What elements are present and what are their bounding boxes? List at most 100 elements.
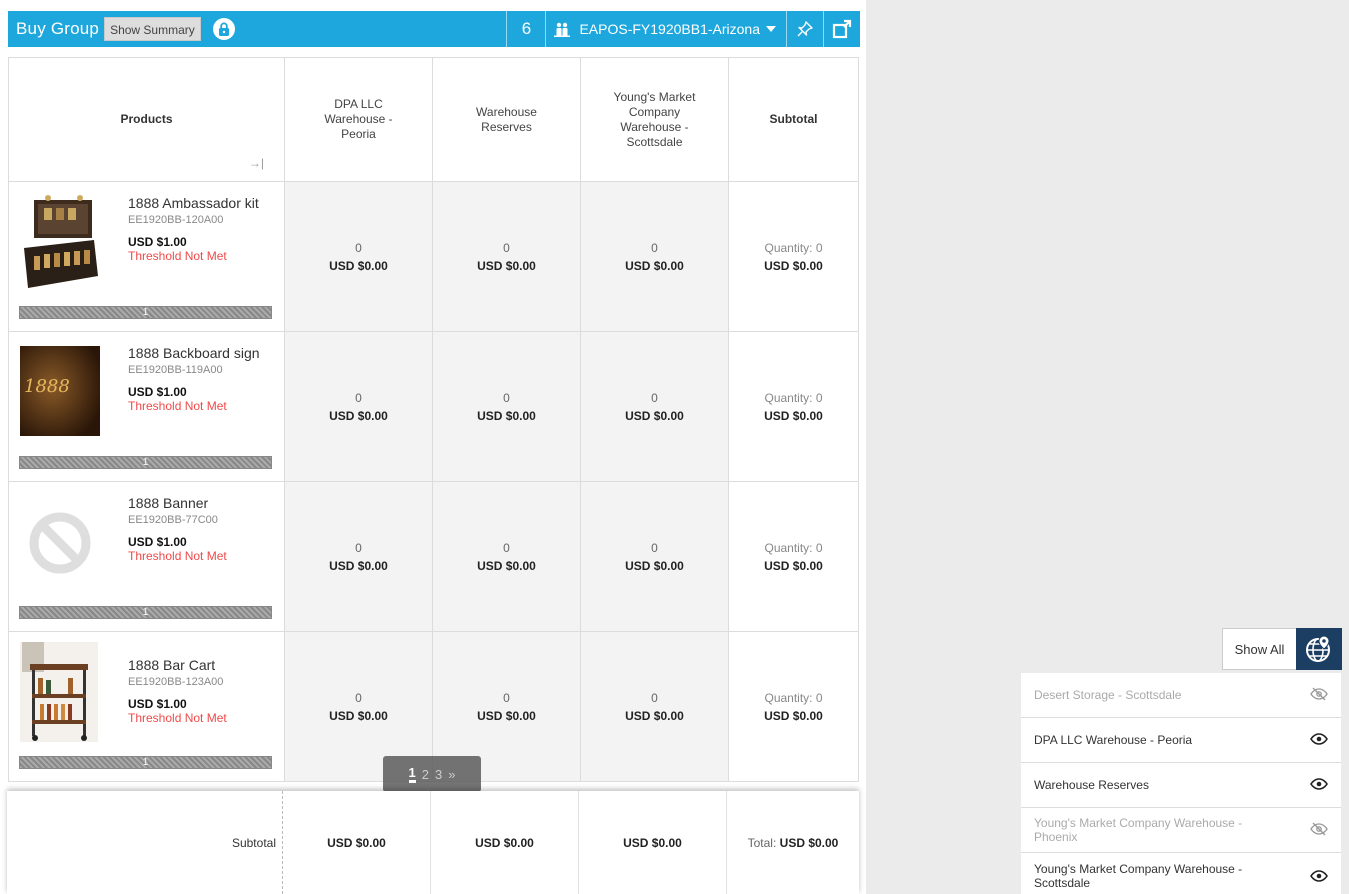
footer-subtotal-value: USD $0.00 (283, 791, 431, 894)
cell-amount: USD $0.00 (329, 708, 388, 723)
column-header-label: Products (120, 112, 173, 126)
quantity-value: 0 (503, 540, 510, 555)
cell-amount: USD $0.00 (477, 408, 536, 423)
page-link-2[interactable]: 2 (422, 767, 429, 782)
quantity-cell[interactable]: 0 USD $0.00 (580, 481, 729, 632)
popout-icon[interactable] (824, 11, 860, 47)
subtotal-quantity: Quantity: 0 (764, 390, 823, 405)
column-header-warehouse: Young's Market Company Warehouse - Scott… (580, 57, 729, 182)
page-link-3[interactable]: 3 (435, 767, 442, 782)
product-price: USD $1.00 (128, 385, 187, 399)
product-name[interactable]: 1888 Ambassador kit (128, 194, 278, 213)
quantity-value: 0 (355, 540, 362, 555)
row-subtotal: Quantity: 0 USD $0.00 (728, 631, 859, 782)
show-all-button[interactable]: Show All (1222, 628, 1296, 670)
threshold-progress-bar: 1 (19, 306, 272, 319)
location-item[interactable]: DPA LLC Warehouse - Peoria (1021, 718, 1341, 763)
quantity-cell[interactable]: 0 USD $0.00 (432, 181, 581, 332)
product-image-text: 1888 (24, 376, 70, 397)
product-cell: 1888 Banner EE1920BB-77C00 USD $1.00 Thr… (8, 481, 285, 632)
freeze-column-icon[interactable]: →| (249, 156, 264, 171)
row-subtotal: Quantity: 0 USD $0.00 (728, 481, 859, 632)
subtotal-quantity: Quantity: 0 (764, 690, 823, 705)
eye-icon[interactable] (1310, 869, 1328, 883)
subtotal-amount: USD $0.00 (764, 258, 823, 273)
product-sku: EE1920BB-120A00 (128, 214, 224, 226)
cell-amount: USD $0.00 (329, 258, 388, 273)
product-cell: 1888 Ambassador kit EE1920BB-120A00 USD … (8, 181, 285, 332)
globe-location-icon[interactable] (1296, 628, 1342, 670)
product-cell: 1888 1888 Backboard sign EE1920BB-119A00… (8, 331, 285, 482)
subtotal-amount: USD $0.00 (764, 708, 823, 723)
quantity-value: 0 (503, 240, 510, 255)
group-icon (554, 22, 571, 37)
location-list: Desert Storage - Scottsdale DPA LLC Ware… (1021, 673, 1341, 894)
page-link-1[interactable]: 1 (408, 765, 416, 783)
pin-icon[interactable] (787, 11, 823, 47)
quantity-cell[interactable]: 0 USD $0.00 (284, 331, 433, 482)
row-subtotal: Quantity: 0 USD $0.00 (728, 181, 859, 332)
eye-icon[interactable] (1310, 732, 1328, 746)
footer-subtotal-value: USD $0.00 (579, 791, 727, 894)
quantity-value: 0 (651, 240, 658, 255)
eye-slash-icon[interactable] (1310, 687, 1328, 701)
quantity-cell[interactable]: 0 USD $0.00 (580, 181, 729, 332)
product-price: USD $1.00 (128, 697, 187, 711)
quantity-cell[interactable]: 0 USD $0.00 (580, 331, 729, 482)
location-item[interactable]: Desert Storage - Scottsdale (1021, 673, 1341, 718)
quantity-cell[interactable]: 0 USD $0.00 (432, 481, 581, 632)
pagination: 1 2 3 » (383, 756, 481, 792)
location-name: Desert Storage - Scottsdale (1034, 688, 1182, 702)
location-item[interactable]: Young's Market Company Warehouse - Scott… (1021, 853, 1341, 894)
buy-group-header: Buy Group Show Summary 6 EAPOS-FY1920BB1… (8, 11, 860, 47)
quantity-value: 0 (651, 390, 658, 405)
quantity-value: 0 (503, 390, 510, 405)
threshold-status: Threshold Not Met (128, 399, 227, 413)
table-row: 1888 Ambassador kit EE1920BB-120A00 USD … (8, 181, 859, 332)
eye-icon[interactable] (1310, 777, 1328, 791)
threshold-status: Threshold Not Met (128, 249, 227, 263)
location-name: DPA LLC Warehouse - Peoria (1034, 733, 1193, 747)
threshold-status: Threshold Not Met (128, 711, 227, 725)
eye-slash-icon[interactable] (1310, 822, 1328, 836)
quantity-cell[interactable]: 0 USD $0.00 (284, 181, 433, 332)
next-page-button[interactable]: » (448, 767, 455, 782)
quantity-value: 0 (355, 240, 362, 255)
column-header-label: DPA LLC Warehouse - Peoria (324, 97, 393, 141)
product-info: 1888 Ambassador kit EE1920BB-120A00 USD … (128, 194, 278, 263)
footer-total: Total: USD $0.00 (727, 791, 859, 894)
product-name[interactable]: 1888 Backboard sign (128, 344, 278, 363)
app: Buy Group Show Summary 6 EAPOS-FY1920BB1… (0, 0, 1349, 894)
row-subtotal: Quantity: 0 USD $0.00 (728, 331, 859, 482)
product-name[interactable]: 1888 Banner (128, 494, 278, 513)
product-info: 1888 Bar Cart EE1920BB-123A00 USD $1.00 … (128, 656, 278, 725)
product-name[interactable]: 1888 Bar Cart (128, 656, 278, 675)
show-summary-button[interactable]: Show Summary (104, 17, 201, 41)
footer-subtotal-value: USD $0.00 (431, 791, 579, 894)
product-cell: 1888 Bar Cart EE1920BB-123A00 USD $1.00 … (8, 631, 285, 782)
product-info: 1888 Banner EE1920BB-77C00 USD $1.00 Thr… (128, 494, 278, 563)
lock-icon[interactable] (212, 18, 235, 40)
cell-amount: USD $0.00 (625, 258, 684, 273)
threshold-progress-bar: 1 (19, 456, 272, 469)
column-header-warehouse: Warehouse Reserves (432, 57, 581, 182)
header-controls: 6 EAPOS-FY1920BB1-Arizona (506, 11, 860, 47)
product-info: 1888 Backboard sign EE1920BB-119A00 USD … (128, 344, 278, 413)
threshold-progress-bar: 1 (19, 606, 272, 619)
quantity-value: 0 (503, 690, 510, 705)
subtotal-amount: USD $0.00 (764, 408, 823, 423)
column-header-label: Warehouse Reserves (476, 104, 537, 134)
cell-amount: USD $0.00 (477, 258, 536, 273)
threshold-progress-bar: 1 (19, 756, 272, 769)
program-selector[interactable]: EAPOS-FY1920BB1-Arizona (546, 21, 786, 37)
location-item[interactable]: Warehouse Reserves (1021, 763, 1341, 808)
product-price: USD $1.00 (128, 535, 187, 549)
quantity-cell[interactable]: 0 USD $0.00 (284, 481, 433, 632)
program-name: EAPOS-FY1920BB1-Arizona (579, 21, 760, 37)
quantity-cell[interactable]: 0 USD $0.00 (580, 631, 729, 782)
quantity-cell[interactable]: 0 USD $0.00 (432, 331, 581, 482)
cell-amount: USD $0.00 (329, 408, 388, 423)
cell-amount: USD $0.00 (625, 408, 684, 423)
location-item[interactable]: Young's Market Company Warehouse - Phoen… (1021, 808, 1341, 853)
quantity-value: 0 (355, 690, 362, 705)
